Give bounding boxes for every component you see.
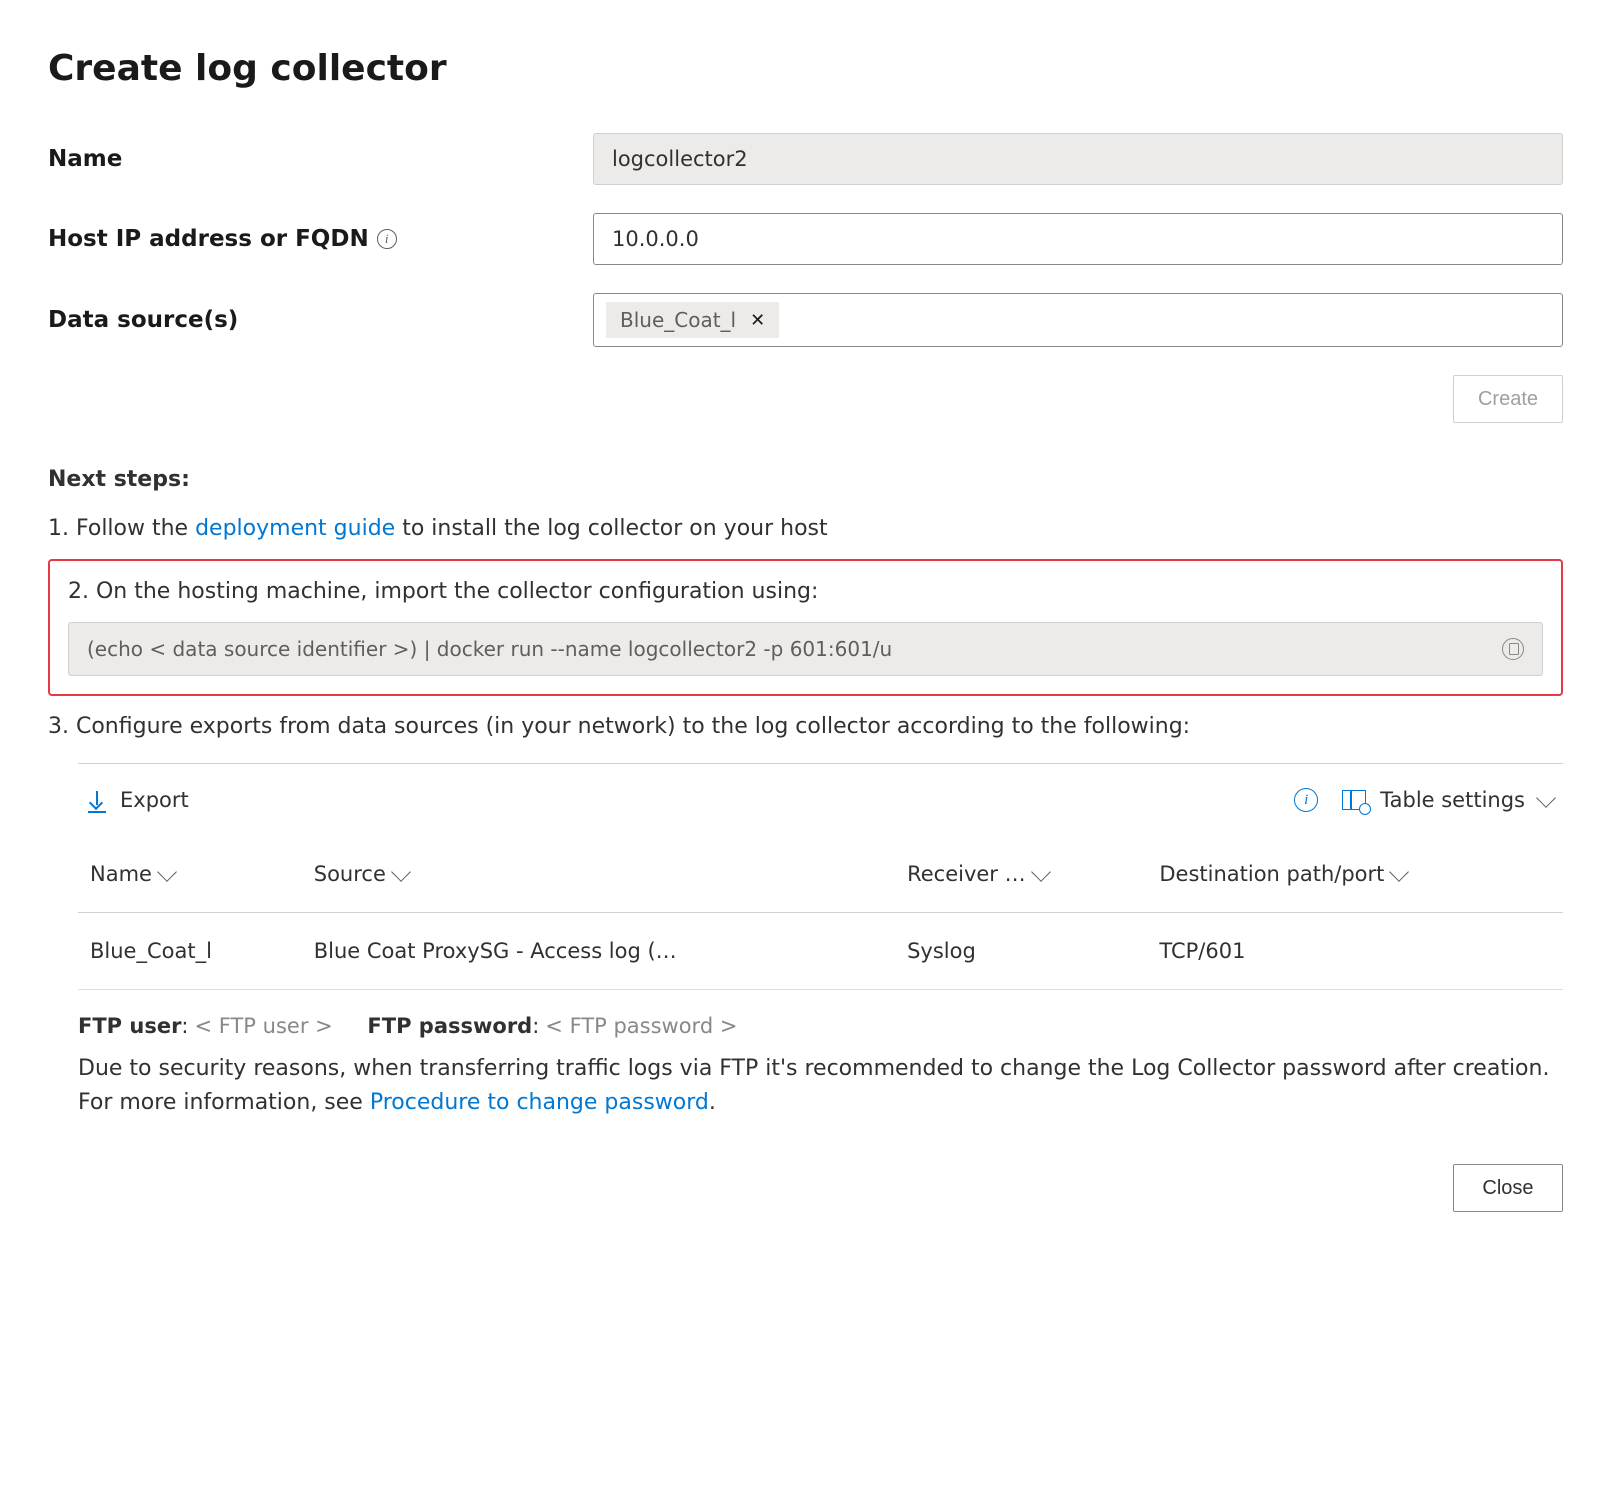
- table-row[interactable]: Blue_Coat_l Blue Coat ProxySG - Access l…: [78, 913, 1563, 990]
- host-input[interactable]: 10.0.0.0: [593, 213, 1563, 265]
- info-icon[interactable]: i: [377, 229, 397, 249]
- ftp-user-value: < FTP user >: [195, 1014, 333, 1038]
- next-steps-heading: Next steps:: [48, 467, 1563, 492]
- host-label-text: Host IP address or FQDN: [48, 226, 369, 252]
- chevron-down-icon: [1536, 788, 1556, 808]
- export-label: Export: [120, 788, 189, 812]
- data-source-tag: Blue_Coat_l ✕: [606, 302, 779, 338]
- ftp-user-label: FTP user: [78, 1014, 181, 1038]
- table-settings-label: Table settings: [1380, 788, 1525, 812]
- data-sources-input[interactable]: Blue_Coat_l ✕: [593, 293, 1563, 347]
- chevron-down-icon: [391, 862, 411, 882]
- data-sources-label: Data source(s): [48, 307, 593, 333]
- remove-tag-icon[interactable]: ✕: [750, 310, 765, 331]
- page-title: Create log collector: [48, 48, 1563, 89]
- table-settings-icon: [1342, 790, 1366, 810]
- step-3-text: 3. Configure exports from data sources (…: [48, 710, 1563, 743]
- col-name[interactable]: Name: [78, 836, 302, 913]
- ftp-password-value: < FTP password >: [545, 1014, 737, 1038]
- cell-receiver: Syslog: [895, 913, 1147, 990]
- close-button[interactable]: Close: [1453, 1164, 1563, 1212]
- name-label: Name: [48, 146, 593, 172]
- col-receiver[interactable]: Receiver …: [895, 836, 1147, 913]
- step-1: 1. Follow the deployment guide to instal…: [48, 512, 1563, 545]
- command-block: (echo < data source identifier >) | dock…: [68, 622, 1543, 676]
- ftp-password-label: FTP password: [367, 1014, 532, 1038]
- col-dest[interactable]: Destination path/port: [1147, 836, 1563, 913]
- step-1-suffix: to install the log collector on your hos…: [395, 516, 827, 541]
- step-2-highlight: 2. On the hosting machine, import the co…: [48, 559, 1563, 696]
- col-source[interactable]: Source: [302, 836, 895, 913]
- ftp-credentials: FTP user:< FTP user > FTP password:< FTP…: [48, 1014, 1563, 1038]
- copy-icon[interactable]: [1502, 638, 1524, 660]
- create-button[interactable]: Create: [1453, 375, 1563, 423]
- data-source-tag-label: Blue_Coat_l: [620, 308, 736, 332]
- host-label: Host IP address or FQDN i: [48, 226, 593, 252]
- cell-dest: TCP/601: [1147, 913, 1563, 990]
- cell-name: Blue_Coat_l: [78, 913, 302, 990]
- notice-suffix: .: [709, 1090, 716, 1115]
- export-button[interactable]: Export: [88, 788, 189, 812]
- step-1-prefix: 1. Follow the: [48, 516, 195, 541]
- command-text: (echo < data source identifier >) | dock…: [87, 637, 892, 661]
- cell-source: Blue Coat ProxySG - Access log (…: [302, 913, 895, 990]
- step-2-text: 2. On the hosting machine, import the co…: [68, 575, 1543, 608]
- name-input[interactable]: logcollector2: [593, 133, 1563, 185]
- chevron-down-icon: [1031, 862, 1051, 882]
- notice-text: Due to security reasons, when transferri…: [78, 1056, 1549, 1115]
- chevron-down-icon: [1390, 862, 1410, 882]
- deployment-guide-link[interactable]: deployment guide: [195, 516, 395, 541]
- info-icon[interactable]: i: [1294, 788, 1318, 812]
- change-password-link[interactable]: Procedure to change password: [370, 1090, 709, 1115]
- security-notice: Due to security reasons, when transferri…: [48, 1052, 1563, 1120]
- chevron-down-icon: [157, 862, 177, 882]
- table-settings-button[interactable]: Table settings: [1342, 788, 1553, 812]
- data-sources-table: Name Source Receiver … Destination path/…: [78, 836, 1563, 990]
- download-icon: [88, 791, 106, 809]
